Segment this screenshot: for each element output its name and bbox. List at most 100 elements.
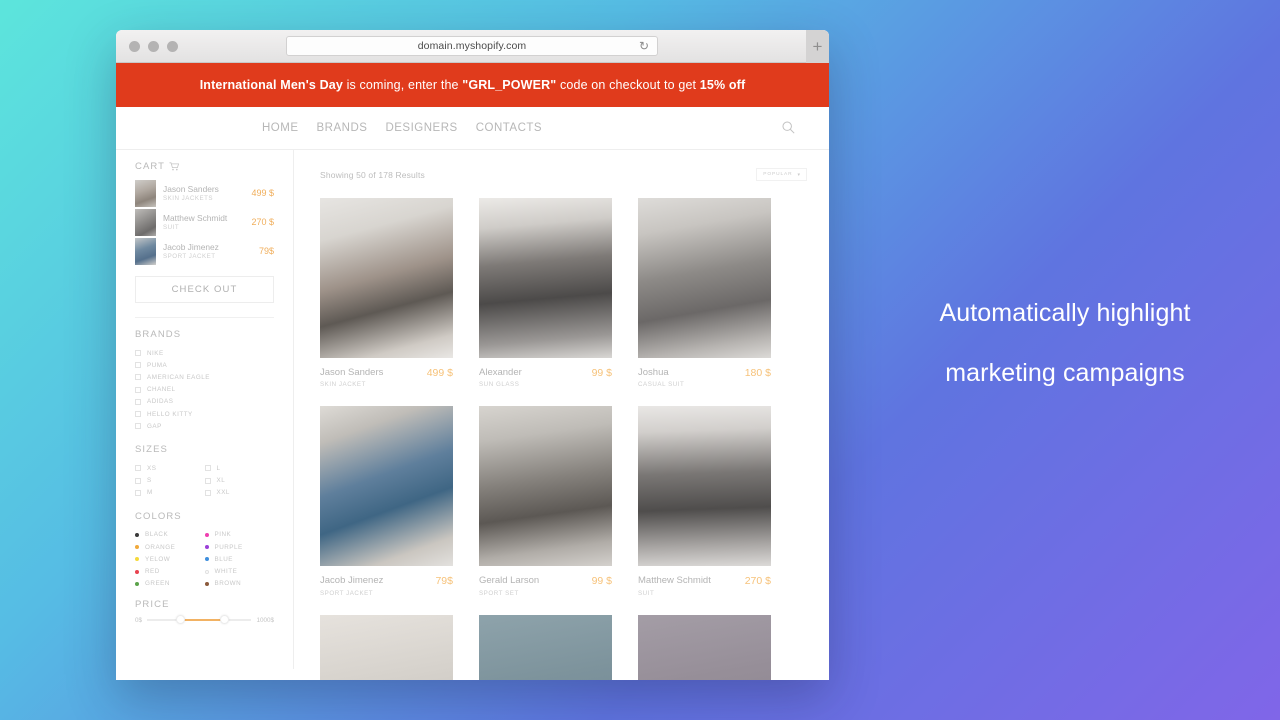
product-card[interactable]: Joshua CASUAL SUIT 180 $ — [638, 198, 771, 388]
color-swatch — [135, 532, 139, 537]
color-filter-brown[interactable]: BROWN — [204, 578, 275, 590]
checkbox[interactable] — [135, 386, 141, 393]
slider-track[interactable] — [147, 615, 252, 625]
cart-item-price: 270 $ — [251, 217, 274, 228]
slider-handle-min[interactable] — [176, 615, 186, 625]
nav-item-brands[interactable]: BRANDS — [317, 122, 368, 134]
color-filter-blue[interactable]: BLUE — [204, 553, 275, 565]
cart-item[interactable]: Jacob Jimenez SPORT JACKET 79$ — [135, 237, 274, 266]
brand-filter-american-eagle[interactable]: AMERICAN EAGLE — [135, 371, 274, 383]
marketing-copy-line-2: marketing campaigns — [945, 359, 1185, 388]
nav-item-home[interactable]: HOME — [262, 122, 299, 134]
product-card[interactable]: Jacob Jimenez SPORT JACKET 79$ — [320, 406, 453, 597]
color-filter-white[interactable]: WHITE — [204, 565, 275, 577]
product-price: 99 $ — [591, 367, 612, 379]
product-card[interactable]: Gerald Larson SPORT SET 99 $ — [479, 406, 612, 597]
checkbox[interactable] — [135, 374, 141, 381]
cart-item[interactable]: Matthew Schmidt SUIT 270 $ — [135, 208, 274, 237]
nav-item-designers[interactable]: DESIGNERS — [385, 122, 457, 134]
brand-filter-nike[interactable]: NIKE — [135, 347, 274, 359]
reload-icon[interactable]: ↻ — [639, 40, 649, 52]
product-image[interactable] — [638, 406, 771, 567]
brand-label: HELLO KITTY — [147, 410, 193, 418]
color-filter-black[interactable]: BLACK — [135, 529, 205, 541]
product-card[interactable] — [479, 614, 612, 680]
search-icon[interactable] — [782, 121, 795, 139]
product-image[interactable] — [479, 406, 612, 567]
address-bar[interactable]: domain.myshopify.com ↻ — [286, 36, 658, 56]
size-filter-l[interactable]: L — [204, 462, 275, 474]
close-dot[interactable] — [129, 40, 140, 52]
product-card[interactable] — [320, 614, 453, 680]
product-card[interactable]: Jason Sanders SKIN JACKET 499 $ — [320, 198, 453, 388]
color-label: BLACK — [145, 531, 169, 539]
cart-heading-label: CART — [135, 161, 166, 172]
product-image[interactable] — [320, 614, 453, 680]
price-filter: PRICE 0$ 1000$ — [135, 599, 274, 625]
color-filter-orange[interactable]: ORANGE — [135, 541, 205, 553]
brand-filter-puma[interactable]: PUMA — [135, 359, 274, 371]
product-image[interactable] — [638, 614, 771, 680]
color-label: BROWN — [214, 580, 242, 588]
size-filter-s[interactable]: S — [135, 475, 205, 487]
checkbox[interactable] — [135, 350, 141, 357]
cart-item[interactable]: Jason Sanders SKIN JACKETS 499 $ — [135, 179, 274, 208]
cart-item-price: 499 $ — [251, 188, 274, 199]
product-card[interactable]: Matthew Schmidt SUIT 270 $ — [638, 406, 771, 597]
sizes-column-1: XS S M — [135, 462, 205, 499]
size-label: L — [216, 464, 221, 472]
price-slider[interactable]: 0$ 1000$ — [135, 615, 274, 625]
product-image[interactable] — [320, 406, 453, 567]
color-filter-red[interactable]: RED — [135, 565, 205, 577]
price-min-label: 0$ — [135, 616, 143, 624]
color-filter-yelow[interactable]: YELOW — [135, 553, 205, 565]
color-filter-green[interactable]: GREEN — [135, 578, 205, 590]
size-filter-xl[interactable]: XL — [204, 475, 275, 487]
color-filter-pink[interactable]: PINK — [204, 529, 275, 541]
product-category: SUIT — [638, 589, 655, 597]
color-filter-purple[interactable]: PURPLE — [204, 541, 275, 553]
checkbox[interactable] — [135, 411, 141, 418]
cart-item-name: Matthew Schmidt — [163, 213, 228, 224]
checkbox[interactable] — [135, 465, 141, 472]
brand-filter-chanel[interactable]: CHANEL — [135, 384, 274, 396]
brand-filter-adidas[interactable]: ADIDAS — [135, 396, 274, 408]
maximize-dot[interactable] — [167, 40, 178, 52]
checkbox[interactable] — [135, 362, 141, 369]
brands-heading: BRANDS — [135, 329, 182, 340]
checkout-button[interactable]: CHECK OUT — [135, 276, 274, 303]
checkbox[interactable] — [135, 477, 141, 484]
product-card[interactable] — [638, 614, 771, 680]
size-filter-xs[interactable]: XS — [135, 462, 205, 474]
product-card[interactable]: Alexander SUN GLASS 99 $ — [479, 198, 612, 388]
checkbox[interactable] — [135, 398, 141, 405]
brand-filter-hello-kitty[interactable]: HELLO KITTY — [135, 408, 274, 420]
product-image[interactable] — [638, 198, 771, 358]
colors-heading: COLORS — [135, 510, 182, 522]
checkbox[interactable] — [135, 489, 141, 496]
slider-handle-max[interactable] — [220, 615, 230, 625]
product-meta: Matthew Schmidt SUIT 270 $ — [638, 575, 771, 596]
minimize-dot[interactable] — [148, 40, 159, 52]
checkbox[interactable] — [204, 489, 211, 496]
sort-dropdown[interactable]: POPULAR ▾ — [756, 168, 807, 181]
checkbox[interactable] — [204, 477, 211, 484]
url-text: domain.myshopify.com — [417, 40, 527, 52]
size-filter-m[interactable]: M — [135, 487, 205, 499]
new-tab-button[interactable]: + — [806, 30, 829, 63]
sizes-filter-list: XS S M L XL XXL — [135, 462, 274, 499]
checkbox[interactable] — [204, 465, 211, 472]
product-image[interactable] — [320, 198, 453, 358]
checkbox[interactable] — [135, 423, 141, 430]
browser-titlebar: domain.myshopify.com ↻ + — [116, 30, 829, 63]
product-image[interactable] — [479, 198, 612, 358]
color-swatch — [135, 581, 139, 586]
brand-filter-gap[interactable]: GAP — [135, 420, 274, 432]
size-filter-xxl[interactable]: XXL — [204, 487, 275, 499]
product-image[interactable] — [479, 614, 612, 680]
color-label: PINK — [214, 531, 232, 539]
nav-item-contacts[interactable]: CONTACTS — [476, 122, 542, 134]
size-label: M — [147, 489, 153, 497]
nav-links: HOME BRANDS DESIGNERS CONTACTS — [262, 122, 542, 134]
marketing-copy-line-1: Automatically highlight — [939, 299, 1191, 327]
